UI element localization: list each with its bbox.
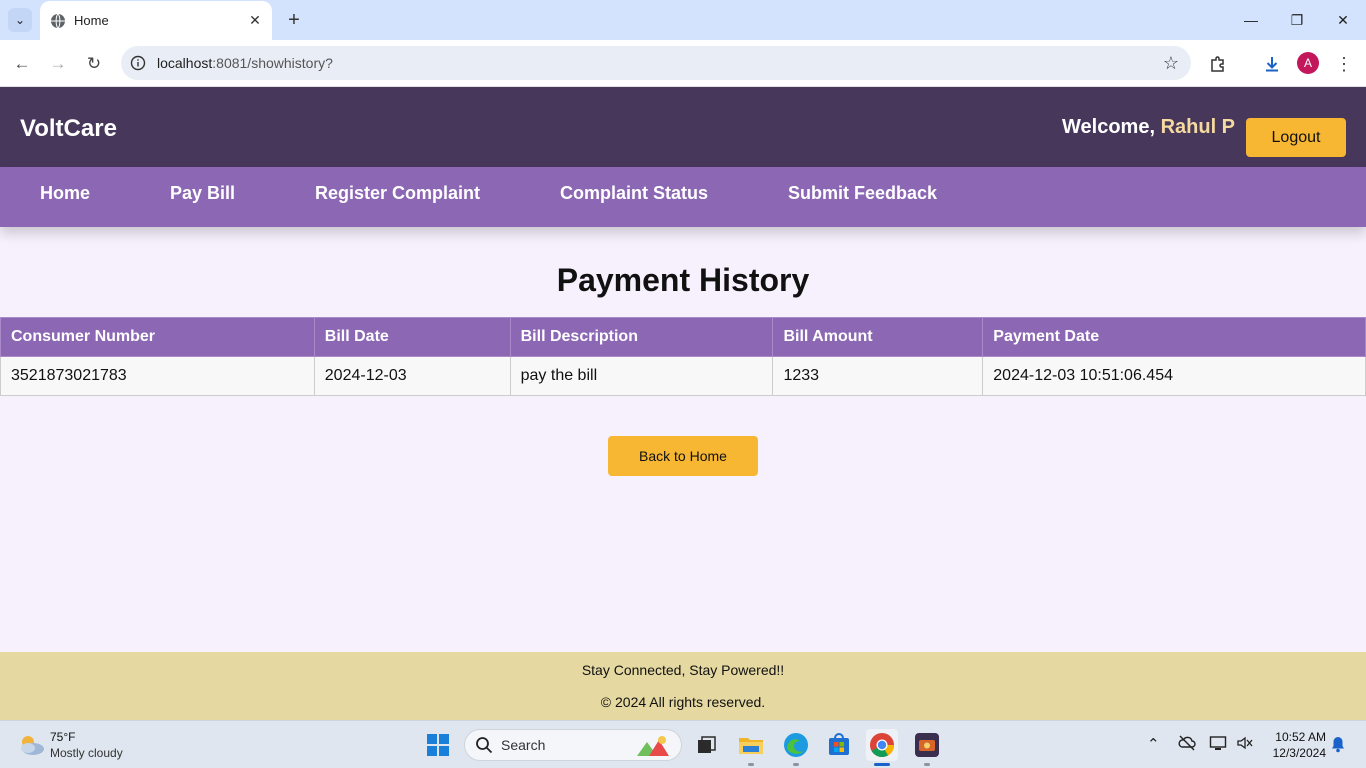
microsoft-store-icon[interactable]: [823, 729, 855, 761]
brand-logo[interactable]: VoltCare: [20, 115, 117, 143]
nav-pay-bill[interactable]: Pay Bill: [170, 183, 235, 204]
more-menu-icon[interactable]: ⋮: [1330, 50, 1358, 78]
table-row: 3521873021783 2024-12-03 pay the bill 12…: [0, 356, 1366, 396]
consumer-number-cell: 3521873021783: [0, 356, 315, 396]
back-arrow-icon[interactable]: ←: [8, 50, 36, 78]
forward-arrow-icon[interactable]: →: [44, 50, 72, 78]
site-footer: Stay Connected, Stay Powered!! © 2024 Al…: [0, 652, 1366, 720]
footer-tagline: Stay Connected, Stay Powered!!: [581, 662, 785, 678]
restore-icon[interactable]: ❐: [1274, 0, 1320, 40]
bill-amount-cell: 1233: [772, 356, 984, 396]
download-icon[interactable]: [1258, 50, 1286, 78]
tab-search-dropdown-icon[interactable]: ⌄: [8, 8, 32, 32]
volume-muted-icon[interactable]: [1236, 735, 1254, 755]
footer-copyright: © 2024 All rights reserved.: [600, 694, 766, 710]
search-placeholder: Search: [501, 737, 546, 753]
column-header: Payment Date: [982, 317, 1366, 357]
search-highlight-icon: [637, 736, 669, 756]
tab-title: Home: [74, 13, 109, 28]
user-name: Rahul P: [1160, 116, 1236, 138]
bookmark-star-icon[interactable]: ☆: [1163, 53, 1179, 74]
show-hidden-icons-chevron-icon[interactable]: ⌃: [1147, 735, 1160, 753]
bill-date-cell: 2024-12-03: [313, 356, 511, 396]
nav-submit-feedback[interactable]: Submit Feedback: [788, 183, 937, 204]
edge-browser-icon[interactable]: [780, 729, 812, 761]
profile-avatar[interactable]: A: [1297, 52, 1319, 74]
clock-date: 12/3/2024: [1272, 746, 1326, 760]
notification-bell-icon[interactable]: [1330, 735, 1346, 757]
windows-start-icon[interactable]: [426, 733, 450, 757]
address-bar[interactable]: localhost:8081/showhistory? ☆: [121, 46, 1191, 80]
column-header: Bill Amount: [772, 317, 984, 357]
browser-toolbar: ← → ↻ localhost:8081/showhistory? ☆ ⋮: [0, 40, 1366, 87]
welcome-prefix: Welcome,: [1062, 116, 1161, 138]
app-indicator: [748, 763, 754, 766]
weather-condition[interactable]: Mostly cloudy: [50, 746, 123, 760]
clock-time: 10:52 AM: [1275, 730, 1326, 744]
reload-icon[interactable]: ↻: [80, 50, 108, 78]
site-info-icon[interactable]: [130, 55, 146, 71]
page-title: Payment History: [556, 262, 810, 298]
minimize-icon[interactable]: —: [1228, 0, 1274, 40]
onedrive-offline-icon[interactable]: [1178, 735, 1196, 755]
payment-history-table: Consumer Number Bill Date Bill Descripti…: [0, 317, 1366, 396]
browser-tab-bar: ⌄ Home ✕ + — ❐ ✕: [0, 0, 1366, 40]
column-header: Bill Description: [509, 317, 774, 357]
globe-icon: [51, 13, 65, 28]
nav-home[interactable]: Home: [40, 183, 90, 204]
chrome-icon[interactable]: [866, 729, 898, 761]
url-text: localhost:8081/showhistory?: [157, 55, 333, 71]
app-indicator: [924, 763, 930, 766]
app-indicator: [793, 763, 799, 766]
search-icon: [476, 737, 493, 754]
nav-register-complaint[interactable]: Register Complaint: [315, 183, 480, 204]
logout-button[interactable]: Logout: [1246, 118, 1346, 157]
bill-description-cell: pay the bill: [509, 356, 774, 396]
nav-complaint-status[interactable]: Complaint Status: [560, 183, 708, 204]
weather-temperature[interactable]: 75°F: [50, 730, 75, 744]
taskbar-search[interactable]: Search: [464, 729, 682, 761]
game-app-icon[interactable]: [911, 729, 943, 761]
url-path: :8081/showhistory?: [212, 55, 333, 71]
welcome-text: Welcome, Rahul P: [1062, 116, 1235, 139]
new-tab-icon[interactable]: +: [282, 8, 306, 32]
taskbar: 75°F Mostly cloudy Search ⌃ 10:52 AM 12/…: [0, 720, 1366, 768]
file-explorer-icon[interactable]: [735, 729, 767, 761]
main-nav: Home Pay Bill Register Complaint Complai…: [0, 167, 1366, 227]
back-to-home-button[interactable]: Back to Home: [608, 436, 758, 476]
cloudy-weather-icon[interactable]: [16, 731, 46, 759]
url-host: localhost: [157, 55, 213, 71]
browser-tab[interactable]: Home ✕: [40, 1, 272, 40]
system-clock[interactable]: 10:52 AM 12/3/2024: [1262, 729, 1326, 761]
column-header: Consumer Number: [0, 317, 315, 357]
column-header: Bill Date: [313, 317, 511, 357]
payment-date-cell: 2024-12-03 10:51:06.454: [982, 356, 1366, 396]
site-header: VoltCare Welcome, Rahul P Logout: [0, 87, 1366, 167]
close-tab-icon[interactable]: ✕: [244, 12, 266, 29]
table-header-row: Consumer Number Bill Date Bill Descripti…: [0, 317, 1366, 357]
close-window-icon[interactable]: ✕: [1320, 0, 1366, 40]
task-view-icon[interactable]: [690, 729, 722, 761]
app-indicator: [874, 763, 890, 766]
extensions-icon[interactable]: [1204, 50, 1232, 78]
network-icon[interactable]: [1209, 735, 1227, 755]
